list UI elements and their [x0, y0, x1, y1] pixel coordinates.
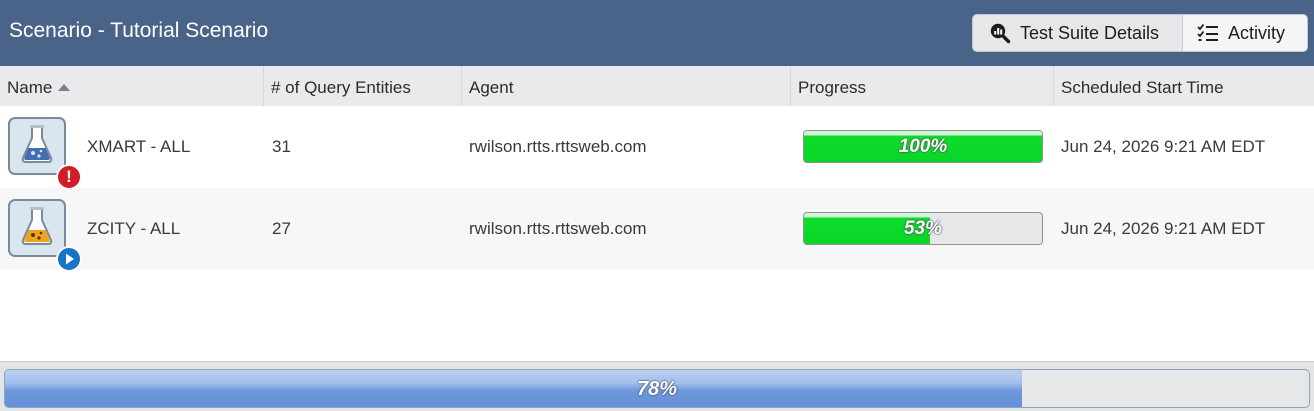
activity-button[interactable]: Activity [1183, 15, 1307, 51]
row-progress-label: 53% [903, 218, 943, 239]
scheduled-start-time: Jun 24, 2026 9:21 AM EDT [1061, 219, 1266, 238]
column-header-name[interactable]: Name [0, 66, 264, 106]
column-header-agent[interactable]: Agent [462, 66, 791, 106]
column-header-name-label: Name [7, 78, 53, 97]
scenario-header: Scenario - Tutorial Scenario Test Suite … [0, 0, 1314, 66]
sort-ascending-icon [58, 84, 71, 91]
activity-label: Activity [1228, 22, 1286, 43]
row-progress-bar: 100% [803, 130, 1043, 163]
magnifier-chart-icon [990, 23, 1011, 44]
flask-icon [21, 207, 53, 245]
view-toggle-group: Test Suite Details Activity [972, 14, 1308, 52]
running-icon [56, 246, 82, 272]
column-header-progress-label: Progress [798, 78, 867, 97]
row-progress-label: 100% [898, 136, 948, 157]
suite-name: ZCITY - ALL [87, 219, 181, 238]
column-header-progress[interactable]: Progress [791, 66, 1054, 106]
column-header-start-time-label: Scheduled Start Time [1061, 78, 1224, 97]
suite-name: XMART - ALL [87, 137, 191, 156]
column-header-start-time[interactable]: Scheduled Start Time [1054, 66, 1314, 106]
column-header-agent-label: Agent [469, 78, 514, 97]
test-suite-icon [8, 199, 82, 272]
table-row[interactable]: ! XMART - ALL 31 rwilson.rtts.rttsweb.co… [0, 106, 1314, 190]
grid-header: Name # of Query Entities Agent Progress … [0, 66, 1314, 107]
table-row[interactable]: ZCITY - ALL 27 rwilson.rtts.rttsweb.com … [0, 188, 1314, 272]
agent-name: rwilson.rtts.rttsweb.com [469, 137, 647, 156]
test-suite-details-button[interactable]: Test Suite Details [973, 15, 1183, 51]
overall-progress-bar: 78% [4, 369, 1310, 408]
overall-progress-label: 78% [636, 378, 678, 400]
row-progress-bar: 53% [803, 212, 1043, 245]
test-suite-icon: ! [8, 117, 82, 190]
error-icon: ! [56, 164, 82, 190]
flask-icon [21, 125, 53, 163]
column-header-query-entities-label: # of Query Entities [271, 78, 411, 97]
checklist-icon [1197, 23, 1218, 41]
query-entities-count: 31 [272, 137, 291, 156]
agent-name: rwilson.rtts.rttsweb.com [469, 219, 647, 238]
column-header-query-entities[interactable]: # of Query Entities [264, 66, 462, 106]
scenario-footer: 78% [0, 361, 1314, 411]
test-suite-details-label: Test Suite Details [1020, 22, 1160, 43]
scheduled-start-time: Jun 24, 2026 9:21 AM EDT [1061, 137, 1266, 156]
play-icon [66, 253, 74, 265]
query-entities-count: 27 [272, 219, 291, 238]
page-title: Scenario - Tutorial Scenario [9, 19, 269, 42]
